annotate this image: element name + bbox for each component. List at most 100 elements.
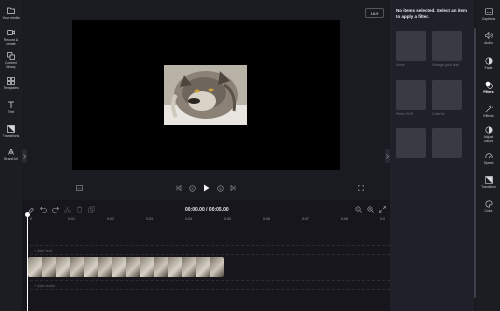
panel-scrollbar[interactable] [474, 28, 476, 298]
add-audio-lane[interactable]: + Add audio [30, 280, 390, 290]
sidebar-item-adjust-colors[interactable]: Adjust colors [477, 125, 500, 143]
filters-panel-message: No items selected. Select an item to app… [396, 8, 468, 19]
filter-thumbnail [432, 80, 462, 110]
zoom-in-button[interactable] [366, 205, 374, 213]
sidebar-item-label: Color [484, 209, 493, 213]
timeline-ruler[interactable]: 0 0:01 0:02 0:03 0:04 0:05 0:06 0:07 0:0… [22, 217, 390, 225]
forward-button[interactable]: 5 [215, 183, 225, 193]
filter-thumbnail [396, 80, 426, 110]
split-button[interactable] [63, 205, 71, 213]
fullscreen-icon [358, 185, 364, 191]
sidebar-item-label: Your media [2, 16, 20, 20]
sidebar-item-label: Templates [3, 86, 19, 90]
time-separator: / [206, 207, 208, 213]
zoom-out-button[interactable] [354, 205, 362, 213]
filter-card-vintage-gold-leaf[interactable]: Vintage gold leaf [432, 31, 462, 73]
sidebar-item-transitions[interactable]: Transitions [0, 124, 22, 138]
sidebar-item-label: Brand kit [4, 157, 18, 161]
rewind-button[interactable]: 5 [187, 183, 197, 193]
clip-thumbnail [140, 257, 154, 277]
skip-to-start-button[interactable] [174, 183, 184, 193]
filter-card[interactable] [432, 128, 462, 170]
subtitles-icon [75, 185, 83, 191]
rewind-5s-icon: 5 [188, 184, 196, 192]
add-text-lane[interactable]: + Add text [30, 245, 390, 255]
duplicate-button[interactable] [87, 205, 95, 213]
timeline: 00:00.00 / 00:05.00 0 0:01 0:02 0:03 0:0… [22, 200, 390, 311]
forward-5s-icon: 5 [216, 184, 224, 192]
sidebar-item-your-media[interactable]: Your media [0, 6, 22, 20]
svg-text:5: 5 [191, 186, 193, 190]
sidebar-item-label: Transitions [2, 134, 20, 138]
sidebar-item-color[interactable]: Color [477, 199, 500, 213]
timeline-toolbar: 00:00.00 / 00:05.00 [22, 203, 390, 215]
filter-card-retro-vhs[interactable]: Retro VHS [396, 80, 426, 122]
total-time: 00:05.00 [208, 207, 229, 213]
sidebar-item-label: Filters [483, 90, 494, 94]
speed-icon [484, 151, 493, 160]
play-button[interactable] [201, 183, 211, 193]
sidebar-item-effects[interactable]: Effects [477, 104, 500, 118]
clipchamp-editor: Your media Record & create Content libra… [0, 0, 500, 311]
redo-button[interactable] [51, 205, 59, 213]
skip-to-end-button[interactable] [228, 183, 238, 193]
zoom-out-icon [354, 205, 362, 213]
clip-thumbnail [210, 257, 224, 277]
video-clip[interactable] [28, 257, 224, 277]
tick-label: 0:03 [146, 217, 153, 221]
fullscreen-button[interactable] [356, 183, 366, 193]
sidebar-item-text[interactable]: Text [0, 100, 22, 114]
clip-thumbnail [196, 257, 210, 277]
sidebar-item-label: Text [7, 110, 15, 114]
playhead[interactable] [27, 214, 28, 311]
sidebar-item-audio[interactable]: Audio [477, 31, 500, 45]
sidebar-item-transition[interactable]: Transition [477, 175, 500, 189]
play-icon [203, 184, 209, 192]
clip-thumbnail [28, 257, 42, 277]
sidebar-item-brand-kit[interactable]: Brand kit [0, 147, 22, 161]
trash-icon [76, 206, 82, 213]
filter-card-none[interactable]: None [396, 31, 426, 73]
sidebar-item-label: Audio [484, 41, 493, 45]
tick-label: 0:08 [341, 217, 348, 221]
filter-thumbnail [432, 128, 462, 158]
fit-timeline-button[interactable] [378, 205, 386, 213]
mute-preview-button[interactable] [74, 183, 84, 193]
sidebar-item-fade[interactable]: Fade [477, 56, 500, 70]
sidebar-item-templates[interactable]: Templates [0, 76, 22, 90]
sidebar-item-label: Content library [5, 61, 17, 69]
color-icon [484, 199, 493, 208]
playhead-handle[interactable] [25, 212, 30, 217]
clip-thumbnail [70, 257, 84, 277]
delete-button[interactable] [75, 205, 83, 213]
wolf-image[interactable] [164, 65, 247, 125]
sidebar-item-label: Speed [483, 161, 494, 165]
filter-card-colorful[interactable]: Colorful [432, 80, 462, 122]
skip-forward-icon [230, 185, 236, 191]
filter-label: None [396, 63, 405, 67]
redo-icon [51, 206, 59, 213]
tick-label: 0:02 [107, 217, 114, 221]
filter-card[interactable] [396, 128, 426, 170]
zoom-in-icon [366, 205, 374, 213]
sidebar-item-speed[interactable]: Speed [477, 151, 500, 165]
undo-button[interactable] [39, 205, 47, 213]
add-text-label: + Add text [34, 247, 52, 253]
aspect-ratio-button[interactable]: 16:9 [365, 8, 384, 18]
chevron-right-icon [23, 153, 26, 159]
sidebar-item-captions[interactable]: Captions [477, 7, 500, 21]
tick-label: 0:06 [263, 217, 270, 221]
transitions-icon [7, 124, 16, 133]
sidebar-item-record-create[interactable]: Record & create [0, 28, 22, 46]
clip-thumbnail [98, 257, 112, 277]
sidebar-item-filters[interactable]: Filters [477, 80, 500, 94]
folder-icon [7, 6, 16, 15]
sidebar-item-content-library[interactable]: Content library [0, 51, 22, 69]
library-icon [7, 51, 16, 60]
sidebar-item-label: Captions [481, 17, 496, 21]
sidebar-item-label: Transition [481, 185, 496, 189]
collapse-left-panel-handle[interactable] [22, 149, 27, 163]
captions-icon [484, 7, 493, 16]
left-sidebar: Your media Record & create Content libra… [0, 0, 22, 311]
clip-thumbnail [56, 257, 70, 277]
